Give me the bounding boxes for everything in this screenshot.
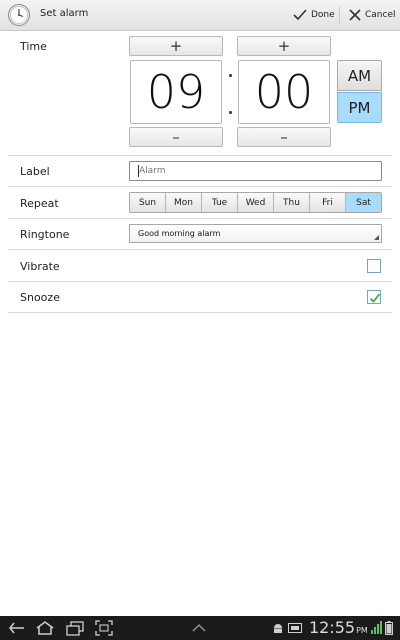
clock-icon [8, 4, 30, 26]
alarm-label-label: Label [20, 165, 50, 178]
repeat-days: Sun Mon Tue Wed Thu Fri Sat [129, 192, 382, 213]
day-toggle-fri[interactable]: Fri [310, 193, 346, 212]
battery-icon [385, 621, 393, 635]
alarm-label-input[interactable] [129, 161, 382, 181]
screenshot-icon[interactable] [95, 620, 113, 636]
am-toggle[interactable]: AM [337, 60, 382, 91]
divider [8, 155, 392, 156]
notification-icon [288, 623, 302, 633]
day-toggle-thu[interactable]: Thu [274, 193, 310, 212]
vibrate-checkbox[interactable] [367, 259, 381, 273]
ringtone-select[interactable]: Good morning alarm [129, 224, 382, 243]
system-bar: 12:55PM [0, 616, 400, 640]
divider [8, 312, 392, 313]
vibrate-label: Vibrate [20, 260, 60, 273]
day-toggle-wed[interactable]: Wed [238, 193, 274, 212]
back-icon[interactable] [8, 620, 26, 636]
hour-increment-button[interactable]: + [129, 36, 223, 56]
action-bar: Set alarm Done Cancel [0, 0, 400, 31]
repeat-label: Repeat [20, 197, 59, 210]
day-toggle-sat[interactable]: Sat [346, 193, 381, 212]
minute-increment-button[interactable]: + [237, 36, 331, 56]
status-meridiem: PM [356, 626, 368, 635]
text-cursor [138, 165, 139, 177]
actionbar-divider [339, 6, 340, 24]
hour-display[interactable]: 09 [130, 60, 222, 124]
day-toggle-mon[interactable]: Mon [166, 193, 202, 212]
minute-decrement-button[interactable]: – [237, 127, 331, 147]
ringtone-value: Good morning alarm [138, 229, 221, 238]
time-label: Time [20, 40, 47, 53]
done-button[interactable]: Done [293, 0, 335, 30]
dropdown-corner-icon [374, 235, 379, 240]
ringtone-label: Ringtone [20, 228, 70, 241]
recent-apps-icon[interactable] [66, 620, 84, 636]
chevron-up-icon[interactable] [192, 624, 206, 632]
status-time: 12:55 [309, 618, 356, 637]
done-button-label: Done [311, 10, 335, 20]
page-title: Set alarm [40, 8, 89, 19]
divider [8, 249, 392, 250]
close-icon [349, 9, 361, 21]
hour-decrement-button[interactable]: – [129, 127, 223, 147]
android-icon [274, 624, 282, 633]
snooze-checkbox[interactable] [367, 290, 381, 304]
cancel-button-label: Cancel [365, 10, 396, 20]
divider [8, 281, 392, 282]
pm-toggle[interactable]: PM [337, 92, 382, 123]
time-separator [224, 74, 236, 114]
wifi-icon [371, 621, 382, 634]
day-toggle-tue[interactable]: Tue [202, 193, 238, 212]
checkmark-icon [293, 9, 307, 21]
minute-display[interactable]: 00 [238, 60, 330, 124]
checkmark-icon [369, 293, 381, 303]
day-toggle-sun[interactable]: Sun [130, 193, 166, 212]
status-clock: 12:55PM [309, 618, 368, 637]
snooze-label: Snooze [20, 291, 60, 304]
divider [8, 186, 392, 187]
cancel-button[interactable]: Cancel [349, 0, 396, 30]
divider [8, 218, 392, 219]
home-icon[interactable] [35, 620, 55, 636]
